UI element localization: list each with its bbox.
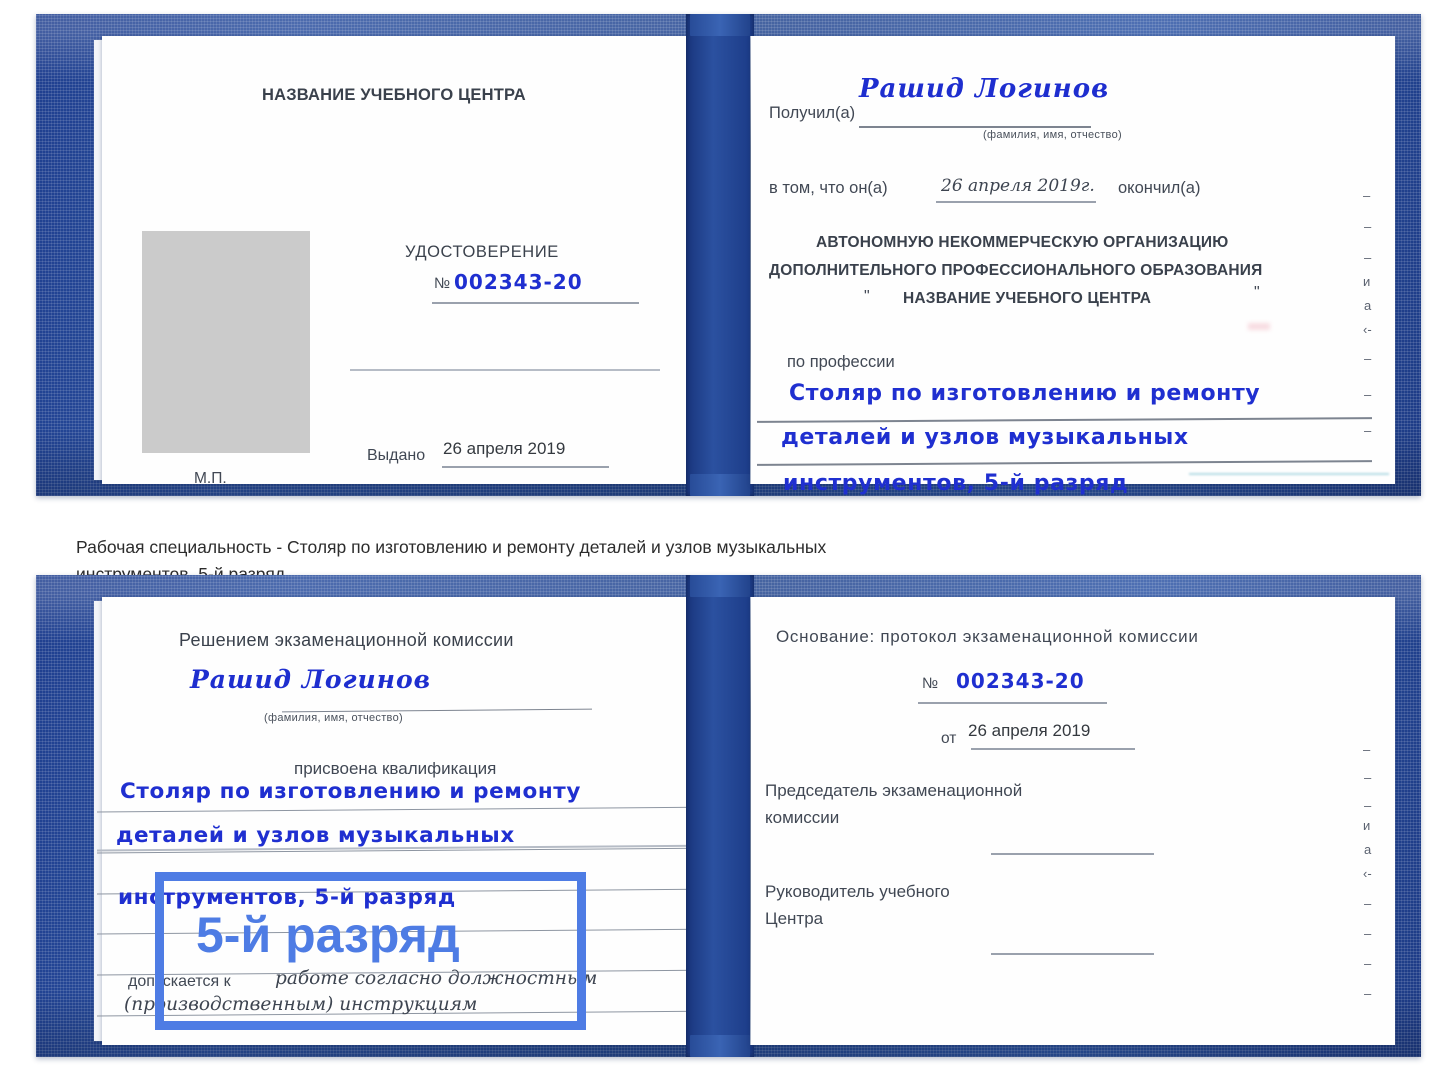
qualification-line-1: Столяр по изготовлению и ремонту bbox=[120, 779, 581, 804]
scan-teal-line bbox=[1189, 473, 1389, 475]
edge-mark: и bbox=[1363, 818, 1371, 833]
profession-line-3: инструментов, 5-й разряд bbox=[783, 471, 1129, 496]
edge-mark: – bbox=[1364, 423, 1372, 438]
protocol-number-value: 002343-20 bbox=[956, 669, 1085, 693]
certificate-top-spine bbox=[686, 14, 754, 496]
screenshot-root: НАЗВАНИЕ УЧЕБНОГО ЦЕНТРА УДОСТОВЕРЕНИЕ №… bbox=[0, 0, 1448, 1085]
training-center-title: НАЗВАНИЕ УЧЕБНОГО ЦЕНТРА bbox=[262, 86, 526, 104]
edge-mark: – bbox=[1363, 188, 1371, 203]
edge-mark: – bbox=[1363, 742, 1371, 757]
fio-caption: (фамилия, имя, отчество) bbox=[983, 129, 1122, 141]
protocol-from-value: 26 апреля 2019 bbox=[968, 721, 1091, 740]
profession-rule-1 bbox=[756, 417, 1373, 423]
certificate-number-value: 002343-20 bbox=[454, 270, 583, 294]
certificate-bottom-right-page: Основание: протокол экзаменационной коми… bbox=[751, 597, 1395, 1045]
received-label: Получил(а) bbox=[769, 104, 856, 122]
profession-rule-2 bbox=[756, 460, 1373, 466]
edge-mark: – bbox=[1364, 896, 1372, 911]
graduated-label: окончил(а) bbox=[1118, 179, 1201, 197]
edge-mark: – bbox=[1364, 956, 1372, 971]
issued-value: 26 апреля 2019 bbox=[443, 439, 566, 458]
certificate-top-spine-notch-bottom bbox=[690, 474, 750, 496]
certificate-bottom-spine bbox=[686, 575, 754, 1057]
protocol-number-symbol: № bbox=[922, 675, 939, 692]
profession-line-2: деталей и узлов музыкальных bbox=[781, 425, 1189, 450]
edge-mark: ‹- bbox=[1363, 866, 1372, 881]
completion-date-value: 26 апреля 2019г. bbox=[941, 176, 1095, 196]
qualification-line-2: деталей и узлов музыкальных bbox=[116, 823, 515, 848]
organization-quote-close: " bbox=[1254, 284, 1260, 301]
profession-label: по профессии bbox=[787, 353, 895, 371]
certificate-top-left-page: НАЗВАНИЕ УЧЕБНОГО ЦЕНТРА УДОСТОВЕРЕНИЕ №… bbox=[102, 36, 723, 487]
certificate-number-symbol: № bbox=[434, 275, 451, 292]
edge-mark: – bbox=[1364, 770, 1372, 785]
certificate-bottom-spine-notch-top bbox=[690, 575, 750, 597]
protocol-number-rule bbox=[918, 702, 1107, 704]
edge-mark: – bbox=[1364, 351, 1372, 366]
chairman-label-line-1: Председатель экзаменационной bbox=[765, 781, 1023, 800]
head-label-line-1: Руководитель учебного bbox=[765, 882, 950, 901]
organization-line-2: ДОПОЛНИТЕЛЬНОГО ПРОФЕССИОНАЛЬНОГО ОБРАЗО… bbox=[769, 262, 1263, 279]
completion-date-rule bbox=[936, 201, 1096, 203]
certificate-top: НАЗВАНИЕ УЧЕБНОГО ЦЕНТРА УДОСТОВЕРЕНИЕ №… bbox=[36, 14, 1421, 496]
organization-line-1: АВТОНОМНУЮ НЕКОММЕРЧЕСКУЮ ОРГАНИЗАЦИЮ bbox=[816, 234, 1229, 251]
issued-label: Выдано bbox=[367, 447, 426, 464]
protocol-from-label: от bbox=[941, 730, 957, 747]
certificate-number-rule bbox=[432, 302, 639, 304]
certificate-bottom-spine-notch-bottom bbox=[690, 1035, 750, 1057]
edge-mark: – bbox=[1364, 219, 1372, 234]
certificate-top-right-page: Получил(а) Рашид Логинов (фамилия, имя, … bbox=[751, 36, 1395, 496]
edge-mark: а bbox=[1364, 298, 1372, 313]
scan-smudge bbox=[1248, 323, 1270, 330]
organization-name: НАЗВАНИЕ УЧЕБНОГО ЦЕНТРА bbox=[903, 290, 1152, 307]
that-he-label: в том, что он(а) bbox=[769, 179, 888, 197]
document-type-title: УДОСТОВЕРЕНИЕ bbox=[405, 243, 559, 261]
highlight-label: 5-й разряд bbox=[196, 907, 460, 963]
organization-quote-open: " bbox=[864, 288, 870, 305]
protocol-from-rule bbox=[971, 748, 1135, 750]
blank-rule bbox=[350, 369, 660, 371]
edge-mark: – bbox=[1364, 926, 1372, 941]
profession-line-1: Столяр по изготовлению и ремонту bbox=[789, 381, 1261, 406]
issued-rule bbox=[442, 466, 609, 468]
seal-place-label: М.П. bbox=[194, 470, 227, 487]
edge-mark: а bbox=[1364, 842, 1372, 857]
fio-caption-bottom: (фамилия, имя, отчество) bbox=[264, 712, 403, 724]
edge-mark: – bbox=[1364, 250, 1372, 265]
photo-placeholder bbox=[142, 231, 310, 453]
head-label-line-2: Центра bbox=[765, 909, 824, 928]
holder-name-value: Рашид Логинов bbox=[190, 665, 432, 694]
caption-line-1: Рабочая специальность - Столяр по изгото… bbox=[76, 537, 827, 557]
chairman-label-line-2: комиссии bbox=[765, 808, 840, 827]
next-page-edge-marks-bottom: – – – и а ‹- – – – – bbox=[1363, 742, 1393, 1052]
edge-mark: – bbox=[1364, 798, 1372, 813]
received-rule bbox=[859, 126, 1091, 128]
head-signature-rule bbox=[991, 953, 1154, 955]
edge-mark: – bbox=[1364, 387, 1372, 402]
edge-mark: и bbox=[1363, 274, 1371, 289]
received-value: Рашид Логинов bbox=[859, 74, 1110, 104]
basis-label: Основание: протокол экзаменационной коми… bbox=[776, 627, 1199, 646]
edge-mark: ‹- bbox=[1363, 322, 1372, 337]
commission-decision-title: Решением экзаменационной комиссии bbox=[179, 630, 514, 650]
edge-mark: – bbox=[1364, 986, 1372, 1001]
rule-line bbox=[97, 806, 727, 813]
next-page-edge-marks: – – – и а ‹- – – – bbox=[1363, 186, 1393, 486]
qualification-label: присвоена квалификация bbox=[294, 759, 497, 778]
chairman-signature-rule bbox=[991, 853, 1154, 855]
certificate-top-spine-notch-top bbox=[690, 14, 750, 36]
